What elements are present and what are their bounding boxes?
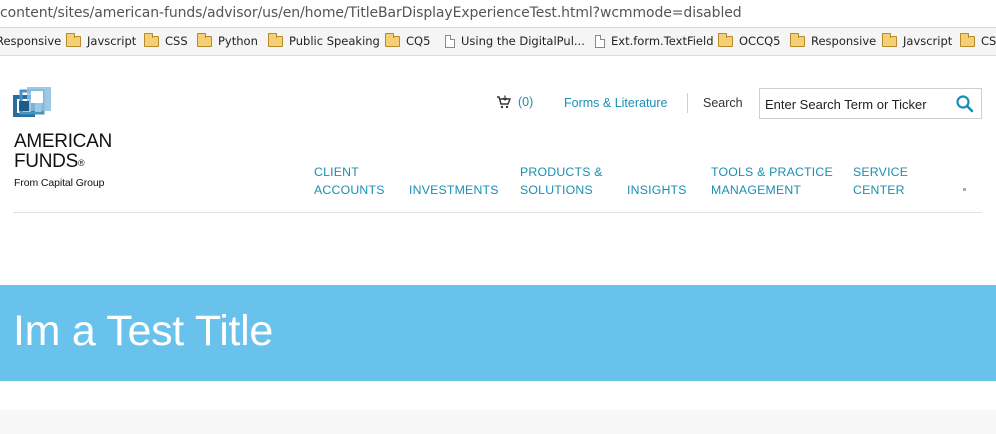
forms-literature-link[interactable]: Forms & Literature bbox=[564, 96, 668, 110]
search-input[interactable] bbox=[765, 95, 945, 113]
bookmark-label: Responsive bbox=[0, 34, 62, 48]
search-label: Search bbox=[703, 96, 743, 110]
nav-service-center[interactable]: SERVICE CENTER bbox=[853, 163, 908, 199]
folder-icon bbox=[718, 32, 733, 47]
bookmark-label: Responsive bbox=[811, 34, 877, 48]
nav-label: CLIENT bbox=[314, 165, 359, 179]
nav-client-accounts[interactable]: CLIENT ACCOUNTS bbox=[314, 163, 385, 199]
bookmark-cs[interactable]: CS bbox=[960, 32, 996, 48]
bookmark-responsive-2[interactable]: Responsive bbox=[790, 32, 877, 48]
bookmark-label: Javscript bbox=[903, 34, 953, 48]
content-area bbox=[0, 410, 996, 434]
folder-icon bbox=[882, 32, 897, 47]
bookmarks-bar: Responsive Javscript CSS Python Public S… bbox=[0, 28, 996, 56]
bookmark-label: Python bbox=[218, 34, 258, 48]
folder-icon bbox=[385, 32, 400, 47]
bookmark-label: Public Speaking bbox=[289, 34, 380, 48]
bookmark-label: Javscript bbox=[87, 34, 137, 48]
bookmark-label: Ext.form.TextField bbox=[611, 34, 714, 48]
bookmark-label: CS bbox=[981, 34, 996, 48]
cart-count: (0) bbox=[518, 95, 534, 109]
bookmark-occq5[interactable]: OCCQ5 bbox=[718, 32, 781, 48]
folder-icon bbox=[197, 32, 212, 47]
bookmark-label: OCCQ5 bbox=[739, 34, 781, 48]
cart-icon bbox=[497, 95, 512, 109]
folder-icon bbox=[790, 32, 805, 47]
address-bar[interactable]: content/sites/american-funds/advisor/us/… bbox=[0, 0, 996, 28]
folder-icon bbox=[960, 32, 975, 47]
nav-label: INVESTMENTS bbox=[409, 183, 499, 197]
nav-label: SOLUTIONS bbox=[520, 183, 593, 197]
bookmark-responsive[interactable]: Responsive bbox=[0, 34, 61, 48]
cart-link[interactable]: (0) bbox=[496, 95, 533, 109]
american-funds-logo-icon[interactable] bbox=[13, 87, 51, 125]
bookmark-css[interactable]: CSS bbox=[144, 32, 188, 48]
utility-divider bbox=[687, 93, 688, 113]
title-bar: Im a Test Title bbox=[0, 285, 996, 381]
nav-tools-practice-management[interactable]: TOOLS & PRACTICE MANAGEMENT bbox=[711, 163, 833, 199]
nav-investments[interactable]: INVESTMENTS bbox=[409, 181, 499, 199]
bookmark-python[interactable]: Python bbox=[197, 32, 258, 48]
nav-overflow-dot bbox=[963, 188, 966, 191]
nav-insights[interactable]: INSIGHTS bbox=[627, 181, 687, 199]
nav-label: MANAGEMENT bbox=[711, 183, 802, 197]
main-nav: CLIENT ACCOUNTS INVESTMENTS PRODUCTS & S… bbox=[0, 163, 996, 203]
bookmark-label: CQ5 bbox=[406, 34, 431, 48]
bookmark-label: Using the DigitalPul... bbox=[461, 34, 585, 48]
address-url[interactable]: content/sites/american-funds/advisor/us/… bbox=[0, 5, 742, 21]
page-title: Im a Test Title bbox=[13, 307, 273, 355]
bookmark-cq5[interactable]: CQ5 bbox=[385, 32, 431, 48]
page-icon bbox=[595, 34, 605, 48]
search-box bbox=[759, 88, 982, 119]
nav-label: PRODUCTS & bbox=[520, 165, 603, 179]
bookmark-ext-textfield[interactable]: Ext.form.TextField bbox=[595, 34, 714, 48]
bookmark-label: CSS bbox=[165, 34, 188, 48]
bookmark-javscript[interactable]: Javscript bbox=[66, 32, 137, 48]
nav-label: INSIGHTS bbox=[627, 183, 687, 197]
search-icon[interactable] bbox=[955, 94, 975, 114]
header-divider bbox=[13, 212, 982, 213]
nav-label: TOOLS & PRACTICE bbox=[711, 165, 833, 179]
nav-products-solutions[interactable]: PRODUCTS & SOLUTIONS bbox=[520, 163, 603, 199]
folder-icon bbox=[144, 32, 159, 47]
bookmark-javscript-2[interactable]: Javscript bbox=[882, 32, 953, 48]
logo-line-1: AMERICAN bbox=[14, 131, 112, 152]
bookmark-public-speaking[interactable]: Public Speaking bbox=[268, 32, 380, 48]
nav-label: CENTER bbox=[853, 183, 905, 197]
folder-icon bbox=[268, 32, 283, 47]
nav-label: SERVICE bbox=[853, 165, 909, 179]
page-icon bbox=[445, 34, 455, 48]
folder-icon bbox=[66, 32, 81, 47]
bookmark-digitalpulse[interactable]: Using the DigitalPul... bbox=[445, 34, 585, 48]
nav-label: ACCOUNTS bbox=[314, 183, 385, 197]
